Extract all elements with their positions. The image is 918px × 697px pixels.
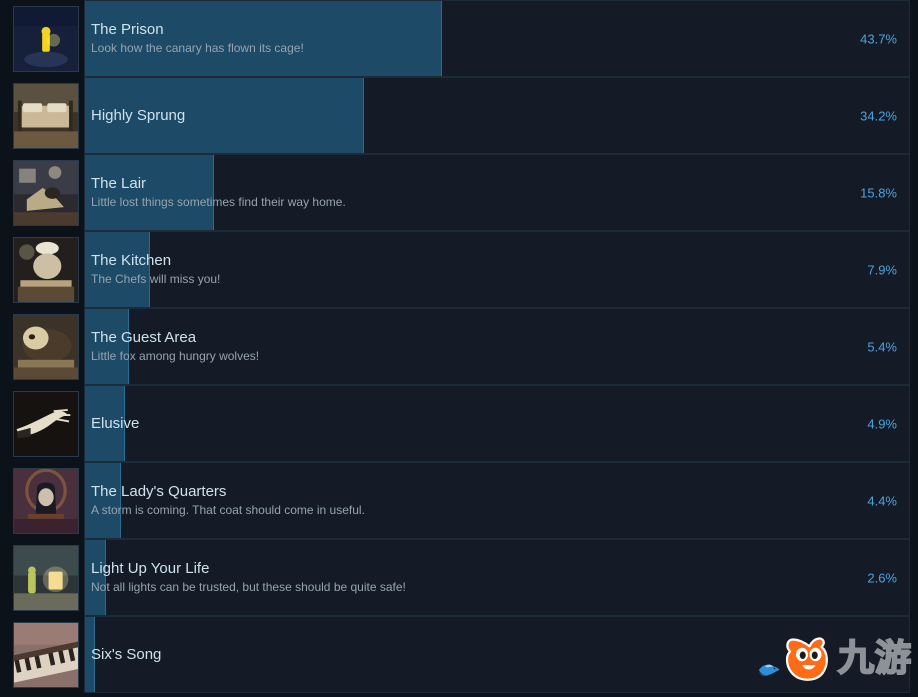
piano-thumbnail — [13, 621, 79, 688]
achievement-progress-bar — [85, 78, 364, 153]
hand-thumbnail — [13, 390, 79, 457]
achievement-progress-bar — [85, 309, 129, 384]
achievement-progress-bar — [85, 463, 121, 538]
achievement-bar-track: The Guest Area Little fox among hungry wo… — [84, 308, 910, 385]
achievement-bar-track: Elusive 4.9% — [84, 385, 910, 462]
achievement-name: The Guest Area — [91, 329, 197, 346]
achievement-progress-bar — [85, 386, 125, 461]
achievement-progress-bar — [85, 1, 442, 76]
achievement-bar-track: Light Up Your Life Not all lights can be … — [84, 539, 910, 616]
achievement-name: The Lady's Quarters — [91, 483, 227, 500]
achievement-bar-track: Six's Song — [84, 616, 910, 693]
achievement-row[interactable]: Elusive 4.9% — [0, 385, 918, 462]
achievement-thumbnail-wrap — [0, 154, 84, 231]
achievement-row[interactable]: The Prison Look how the canary has flown … — [0, 0, 918, 77]
achievement-bar-track: Highly Sprung 34.2% — [84, 77, 910, 154]
lair-thumbnail — [13, 159, 79, 226]
achievement-text: The Lady's Quarters A storm is coming. Th… — [91, 463, 839, 538]
achievement-row[interactable]: Light Up Your Life Not all lights can be … — [0, 539, 918, 616]
achievement-row[interactable]: The Lady's Quarters A storm is coming. Th… — [0, 462, 918, 539]
achievement-thumbnail-wrap — [0, 0, 84, 77]
achievement-percent: 7.9% — [867, 262, 897, 277]
achievement-progress-bar — [85, 232, 150, 307]
achievement-name: Six's Song — [91, 645, 162, 663]
achievement-description: Not all lights can be trusted, but these… — [91, 580, 406, 594]
achievement-percent: 4.4% — [867, 493, 897, 508]
achievement-row[interactable]: The Lair Little lost things sometimes fin… — [0, 154, 918, 231]
achievement-thumbnail-wrap — [0, 616, 84, 693]
achievement-text: Six's Song — [91, 617, 839, 692]
achievement-row[interactable]: The Guest Area Little fox among hungry wo… — [0, 308, 918, 385]
lady-quarters-thumbnail — [13, 467, 79, 534]
achievement-row[interactable]: The Kitchen The Chefs will miss you! 7.9% — [0, 231, 918, 308]
achievement-row[interactable]: Six's Song — [0, 616, 918, 693]
achievement-percent: 4.9% — [867, 416, 897, 431]
achievement-name: Elusive — [91, 414, 140, 432]
achievement-description: A storm is coming. That coat should come… — [91, 503, 365, 517]
achievement-row[interactable]: Highly Sprung 34.2% — [0, 77, 918, 154]
achievement-bar-track: The Prison Look how the canary has flown … — [84, 0, 910, 77]
achievement-percent: 43.7% — [860, 31, 897, 46]
achievement-description: Little fox among hungry wolves! — [91, 349, 260, 363]
achievement-bar-track: The Lady's Quarters A storm is coming. Th… — [84, 462, 910, 539]
prison-thumbnail — [13, 5, 79, 72]
achievement-progress-bar — [85, 155, 214, 230]
achievement-thumbnail-wrap — [0, 308, 84, 385]
achievement-text: Elusive — [91, 386, 839, 461]
bedroom-thumbnail — [13, 82, 79, 149]
achievement-thumbnail-wrap — [0, 539, 84, 616]
lantern-thumbnail — [13, 544, 79, 611]
achievement-percent: 15.8% — [860, 185, 897, 200]
achievement-bar-track: The Lair Little lost things sometimes fin… — [84, 154, 910, 231]
achievement-text: The Kitchen The Chefs will miss you! — [91, 232, 839, 307]
achievement-bar-track: The Kitchen The Chefs will miss you! 7.9% — [84, 231, 910, 308]
achievement-thumbnail-wrap — [0, 77, 84, 154]
achievement-thumbnail-wrap — [0, 385, 84, 462]
achievement-percent: 5.4% — [867, 339, 897, 354]
achievement-percent: 34.2% — [860, 108, 897, 123]
kitchen-thumbnail — [13, 236, 79, 303]
achievement-name: Light Up Your Life — [91, 560, 210, 577]
achievement-progress-bar — [85, 540, 106, 615]
achievement-percent: 2.6% — [867, 570, 897, 585]
achievement-description: The Chefs will miss you! — [91, 272, 221, 286]
achievement-thumbnail-wrap — [0, 462, 84, 539]
achievement-name: The Kitchen — [91, 252, 172, 269]
achievement-text: Light Up Your Life Not all lights can be … — [91, 540, 839, 615]
guest-area-thumbnail — [13, 313, 79, 380]
achievement-thumbnail-wrap — [0, 231, 84, 308]
achievement-progress-bar — [85, 617, 95, 692]
achievement-text: The Guest Area Little fox among hungry wo… — [91, 309, 839, 384]
achievement-list: The Prison Look how the canary has flown … — [0, 0, 918, 697]
